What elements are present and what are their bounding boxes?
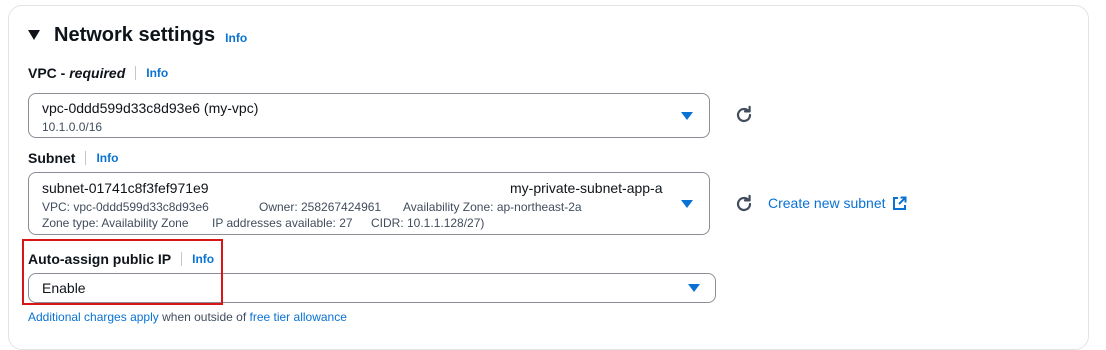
vpc-label-required: required: [69, 65, 126, 81]
auto-assign-label: Auto-assign public IP: [28, 251, 172, 267]
subnet-selected-value: subnet-01741c8f3fef971e9: [42, 180, 209, 196]
section-header[interactable]: Network settings Info: [28, 22, 247, 48]
subnet-dropdown-caret-icon: [681, 200, 693, 208]
charges-note: Additional charges apply when outside of…: [28, 310, 347, 324]
vpc-label: VPC -: [28, 65, 70, 81]
subnet-label: Subnet: [28, 150, 76, 166]
additional-charges-link[interactable]: Additional charges apply: [28, 310, 159, 324]
create-new-subnet-link[interactable]: Create new subnet: [768, 195, 907, 211]
auto-assign-info-link[interactable]: Info: [192, 252, 214, 266]
subnet-label-row: Subnet Info: [28, 149, 118, 167]
auto-assign-selected-value: Enable: [42, 280, 86, 296]
free-tier-link[interactable]: free tier allowance: [250, 310, 347, 324]
vpc-select[interactable]: vpc-0ddd599d33c8d93e6 (my-vpc) 10.1.0.0/…: [28, 93, 710, 138]
charges-note-text: when outside of: [158, 310, 250, 324]
vpc-label-row: VPC - required Info: [28, 64, 168, 82]
external-link-icon: [892, 196, 907, 210]
auto-assign-label-row: Auto-assign public IP Info: [28, 250, 214, 268]
auto-assign-label-divider: [181, 252, 183, 266]
subnet-detail-ips: IP addresses available: 27: [212, 216, 353, 230]
vpc-info-link[interactable]: Info: [146, 66, 168, 80]
caret-down-icon[interactable]: [28, 30, 40, 40]
subnet-label-divider: [85, 151, 87, 165]
vpc-dropdown-caret-icon: [681, 112, 693, 120]
vpc-selected-cidr: 10.1.0.0/16: [42, 120, 103, 134]
subnet-detail-vpc: VPC: vpc-0ddd599d33c8d93e6: [42, 200, 209, 214]
vpc-refresh-icon[interactable]: [733, 104, 755, 126]
subnet-select[interactable]: subnet-01741c8f3fef971e9 my-private-subn…: [28, 172, 710, 235]
subnet-refresh-icon[interactable]: [733, 193, 755, 215]
subnet-detail-zone-type: Zone type: Availability Zone: [42, 216, 189, 230]
subnet-info-link[interactable]: Info: [96, 151, 118, 165]
auto-assign-select[interactable]: Enable: [28, 273, 716, 303]
subnet-detail-cidr: CIDR: 10.1.1.128/27): [371, 216, 485, 230]
subnet-selected-name: my-private-subnet-app-a: [510, 180, 663, 196]
vpc-selected-value: vpc-0ddd599d33c8d93e6 (my-vpc): [42, 100, 259, 116]
vpc-label-divider: [135, 66, 137, 80]
subnet-detail-az: Availability Zone: ap-northeast-2a: [403, 200, 582, 214]
section-info-link[interactable]: Info: [225, 31, 247, 45]
section-title: Network settings: [54, 23, 216, 46]
create-new-subnet-label: Create new subnet: [768, 195, 886, 211]
subnet-detail-owner: Owner: 258267424961: [259, 200, 382, 214]
auto-assign-dropdown-caret-icon: [688, 284, 700, 292]
